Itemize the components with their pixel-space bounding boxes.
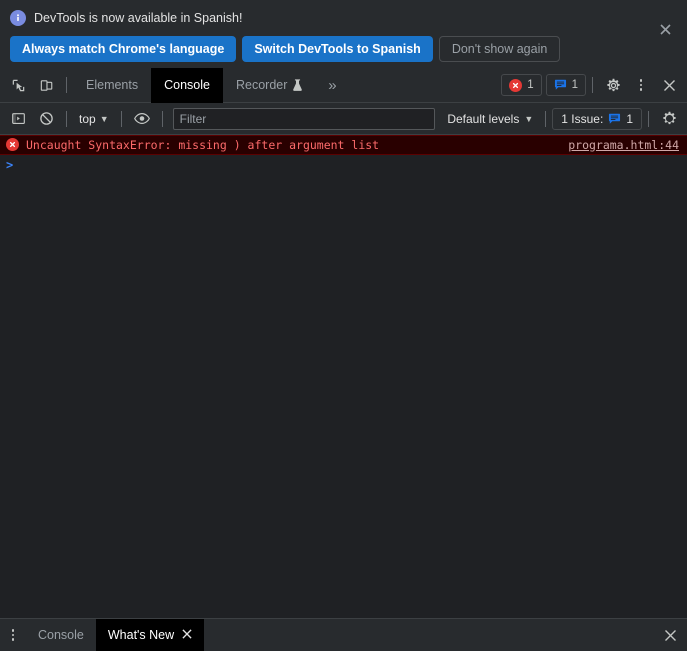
filter-input[interactable] — [172, 107, 436, 130]
more-options-icon[interactable] — [627, 71, 655, 99]
error-circle-icon — [509, 78, 523, 92]
log-levels-selector[interactable]: Default levels ▼ — [441, 112, 539, 126]
live-expression-eye-icon[interactable] — [128, 105, 156, 133]
drawer-tab-console[interactable]: Console — [26, 619, 96, 651]
console-settings-gear-icon[interactable] — [655, 105, 683, 133]
drawer-more-tools-icon[interactable] — [0, 619, 26, 651]
chevron-down-icon: ▼ — [99, 113, 109, 124]
tab-elements-label: Elements — [86, 78, 139, 92]
console-sidebar-icon[interactable] — [4, 105, 32, 133]
execution-context-value: top — [79, 111, 96, 126]
console-message-error[interactable]: Uncaught SyntaxError: missing ) after ar… — [0, 135, 687, 155]
error-count: 1 — [527, 79, 534, 91]
filter-divider-1 — [66, 110, 67, 127]
devtools-main-toolbar: Elements Console Recorder » 1 1 — [0, 67, 687, 103]
inspect-element-icon[interactable] — [4, 71, 32, 99]
banner-message-row: DevTools is now available in Spanish! — [10, 8, 677, 28]
close-devtools-icon[interactable] — [655, 71, 683, 99]
console-filter-toolbar: top ▼ Default levels ▼ 1 Issue: 1 — [0, 103, 687, 135]
experiment-flask-icon — [292, 79, 303, 91]
message-count: 1 — [571, 79, 578, 91]
banner-message: DevTools is now available in Spanish! — [34, 11, 243, 25]
clear-console-icon[interactable] — [32, 105, 60, 133]
execution-context-selector[interactable]: top ▼ — [73, 108, 115, 130]
drawer-tab-whats-new[interactable]: What's New — [95, 619, 205, 651]
console-prompt-row[interactable]: > — [0, 155, 687, 175]
switch-language-button[interactable]: Switch DevTools to Spanish — [242, 36, 433, 62]
more-tabs-chevron-double-right-icon[interactable]: » — [316, 68, 348, 103]
filter-divider-2 — [120, 110, 122, 127]
console-message-source-link[interactable]: programa.html:44 — [568, 138, 679, 152]
tab-recorder-label: Recorder — [235, 78, 288, 92]
device-toolbar-icon[interactable] — [32, 71, 60, 99]
message-count-badge[interactable]: 1 — [545, 74, 586, 96]
tab-elements[interactable]: Elements — [73, 68, 151, 103]
tab-recorder[interactable]: Recorder — [223, 68, 316, 103]
drawer-close-icon[interactable] — [653, 619, 687, 651]
issues-counter-button[interactable]: 1 Issue: 1 — [552, 107, 642, 130]
always-match-language-button[interactable]: Always match Chrome's language — [10, 36, 237, 62]
kebab-dots — [639, 79, 643, 91]
devtools-window: DevTools is now available in Spanish! Al… — [0, 0, 687, 651]
speech-bubble-icon — [608, 113, 621, 125]
filter-divider-5 — [648, 110, 649, 127]
log-levels-value: Default levels — [447, 111, 520, 126]
panel-tabs: Elements Console Recorder — [73, 67, 316, 103]
issues-label: 1 Issue: — [561, 111, 604, 126]
toolbar-divider — [66, 77, 67, 93]
drawer-tab-whats-new-label: What's New — [107, 628, 175, 642]
chevron-down-icon: ▼ — [524, 113, 534, 124]
drawer-spacer — [204, 619, 653, 651]
filter-divider-4 — [545, 110, 547, 127]
toolbar-divider-right — [592, 77, 593, 93]
issues-count: 1 — [626, 111, 633, 126]
dont-show-again-button[interactable]: Don't show again — [438, 36, 561, 62]
drawer-tab-console-label: Console — [38, 628, 84, 642]
banner-close-icon[interactable] — [655, 19, 675, 39]
locale-banner: DevTools is now available in Spanish! Al… — [0, 0, 687, 68]
error-circle-icon — [6, 138, 19, 151]
gear-icon[interactable] — [599, 71, 627, 99]
speech-bubble-icon — [554, 79, 567, 91]
console-message-text: Uncaught SyntaxError: missing ) after ar… — [26, 137, 380, 152]
tab-console[interactable]: Console — [151, 67, 223, 103]
banner-actions: Always match Chrome's language Switch De… — [10, 36, 677, 62]
drawer-tabbar: Console What's New — [0, 618, 687, 651]
filter-divider-3 — [161, 110, 163, 127]
issue-counters: 1 1 — [501, 74, 586, 96]
error-count-badge[interactable]: 1 — [501, 74, 542, 96]
drawer-tab-close-icon[interactable] — [182, 628, 192, 642]
console-output[interactable]: Uncaught SyntaxError: missing ) after ar… — [0, 135, 687, 618]
tab-console-label: Console — [164, 78, 210, 92]
kebab-dots — [11, 629, 15, 641]
info-icon — [10, 10, 26, 26]
console-prompt-arrow-icon: > — [6, 158, 14, 172]
